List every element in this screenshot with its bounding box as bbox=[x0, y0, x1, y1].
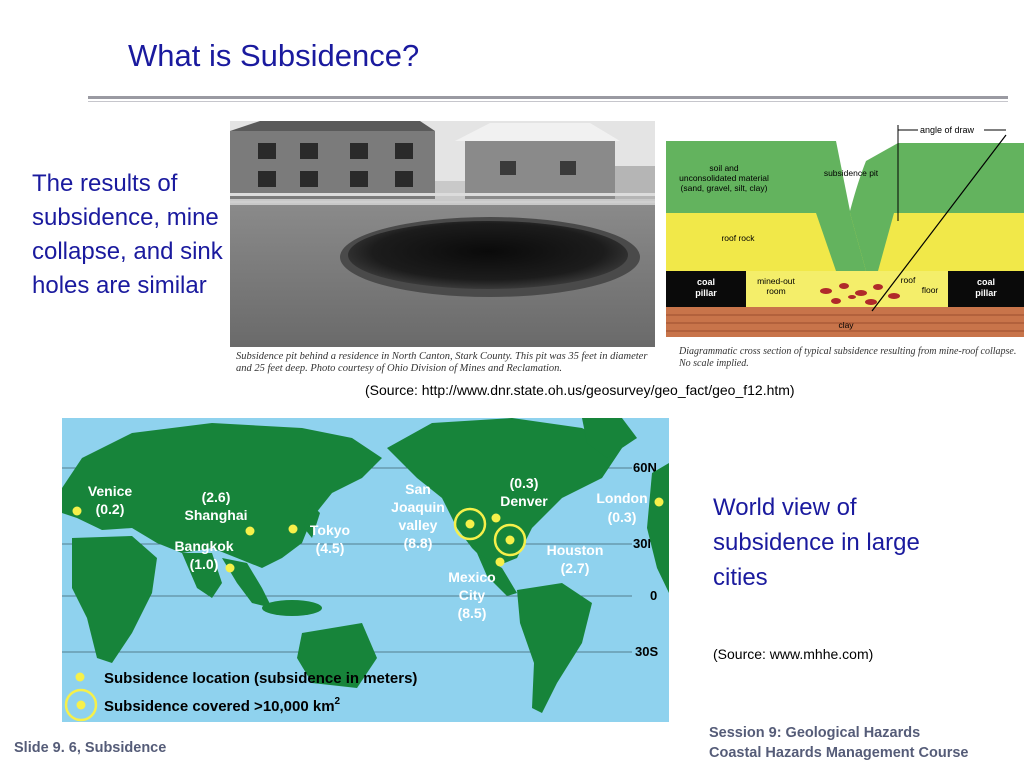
diagram-caption: Diagrammatic cross section of typical su… bbox=[679, 346, 1017, 369]
lat-30s-label: 30S bbox=[635, 644, 658, 659]
denver-label: Denver bbox=[500, 493, 548, 509]
london-label: London bbox=[596, 490, 647, 506]
san-joaquin-label-3: valley bbox=[399, 517, 438, 533]
lat-0-label: 0 bbox=[650, 588, 657, 603]
slide-number: Slide 9. 6, Subsidence bbox=[14, 740, 167, 756]
mined-out-label-2: room bbox=[766, 286, 785, 296]
clay-label: clay bbox=[838, 320, 854, 330]
soil-label-2: unconsolidated material bbox=[679, 173, 769, 183]
san-joaquin-label-1: San bbox=[405, 481, 431, 497]
coal-label-1: coal bbox=[697, 277, 715, 287]
mexico-city-label-1: Mexico bbox=[448, 569, 495, 585]
tokyo-label: Tokyo bbox=[310, 522, 350, 538]
bangkok-value: (1.0) bbox=[190, 556, 219, 572]
slide-title: What is Subsidence? bbox=[128, 38, 420, 73]
angle-of-draw-label: angle of draw bbox=[920, 125, 975, 135]
floor-label: floor bbox=[922, 285, 939, 295]
roof-label: roof bbox=[901, 275, 916, 285]
bangkok-label: Bangkok bbox=[174, 538, 233, 554]
shanghai-value: (2.6) bbox=[202, 489, 231, 505]
subsidence-pit-label: subsidence pit bbox=[824, 168, 879, 178]
mined-out-label-1: mined-out bbox=[757, 276, 795, 286]
houston-value: (2.7) bbox=[561, 560, 590, 576]
legend-location: Subsidence location (subsidence in meter… bbox=[104, 670, 417, 687]
session-footer: Session 9: Geological Hazards Coastal Ha… bbox=[709, 723, 968, 763]
session-line-2: Coastal Hazards Management Course bbox=[709, 745, 969, 761]
shanghai-label: Shanghai bbox=[184, 507, 247, 523]
coal-label-2: coal bbox=[977, 277, 995, 287]
intro-text: The results of subsidence, mine collapse… bbox=[32, 170, 223, 299]
world-view-text: World view of subsidence in large cities bbox=[713, 494, 920, 591]
legend-covered: Subsidence covered >10,000 km2 bbox=[104, 696, 341, 715]
pillar-label-1: pillar bbox=[695, 288, 717, 298]
san-joaquin-value: (8.8) bbox=[404, 535, 433, 551]
san-joaquin-label-2: Joaquin bbox=[391, 499, 445, 515]
houston-label: Houston bbox=[547, 542, 604, 558]
venice-value: (0.2) bbox=[96, 501, 125, 517]
denver-value: (0.3) bbox=[510, 475, 539, 491]
soil-label-3: (sand, gravel, silt, clay) bbox=[681, 183, 768, 193]
venice-label: Venice bbox=[88, 483, 133, 499]
source-link-2: (Source: www.mhhe.com) bbox=[713, 646, 874, 662]
title-divider bbox=[88, 96, 1008, 99]
photo-caption: Subsidence pit behind a residence in Nor… bbox=[236, 351, 648, 374]
pillar-label-2: pillar bbox=[975, 288, 997, 298]
subsidence-cross-section-diagram: angle of draw soil and unconsolidated ma… bbox=[666, 121, 1024, 343]
london-value: (0.3) bbox=[608, 509, 637, 525]
mexico-city-label-2: City bbox=[459, 587, 486, 603]
subsidence-pit-photo bbox=[230, 121, 655, 347]
session-line-1: Session 9: Geological Hazards bbox=[709, 725, 921, 741]
roof-rock-label: roof rock bbox=[721, 233, 755, 243]
soil-label-1: soil and bbox=[709, 163, 739, 173]
world-subsidence-map: 60N 30N 0 30S Venice (0.2) (2.6) Shangha… bbox=[62, 418, 669, 722]
title-divider-thin bbox=[88, 101, 1008, 102]
source-link-1: (Source: http://www.dnr.state.oh.us/geos… bbox=[365, 382, 795, 398]
tokyo-value: (4.5) bbox=[316, 540, 345, 556]
mexico-city-value: (8.5) bbox=[458, 605, 487, 621]
